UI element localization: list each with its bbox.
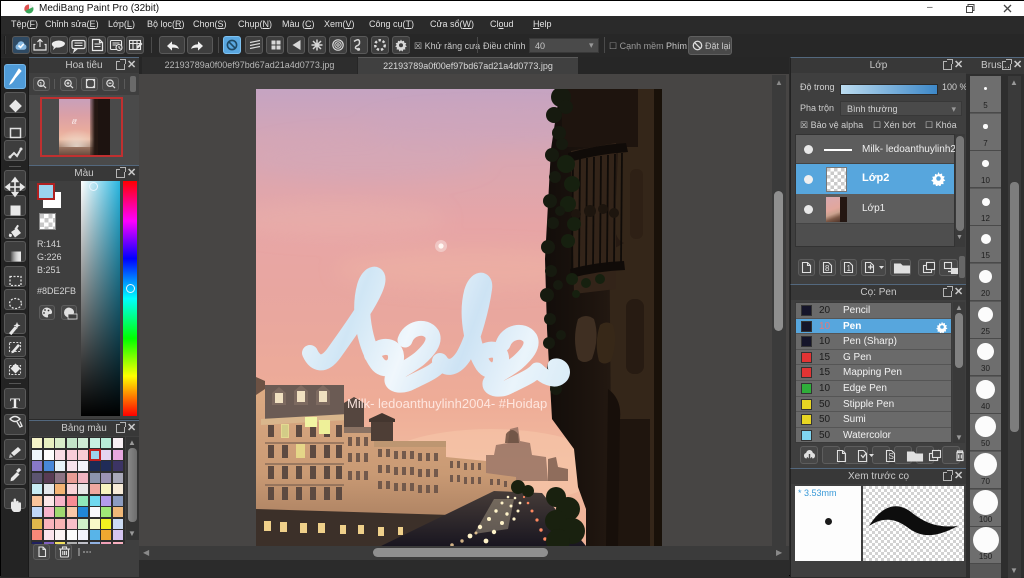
svg-text:Milk- ledoanthuylinh2004- #Hoi: Milk- ledoanthuylinh2004- #Hoidap <box>347 396 547 411</box>
svg-text:T: T <box>10 396 20 412</box>
svg-text:1: 1 <box>847 264 852 273</box>
svg-text:S: S <box>889 452 894 461</box>
svg-text:1: 1 <box>39 82 42 88</box>
svg-text:8: 8 <box>825 264 830 273</box>
